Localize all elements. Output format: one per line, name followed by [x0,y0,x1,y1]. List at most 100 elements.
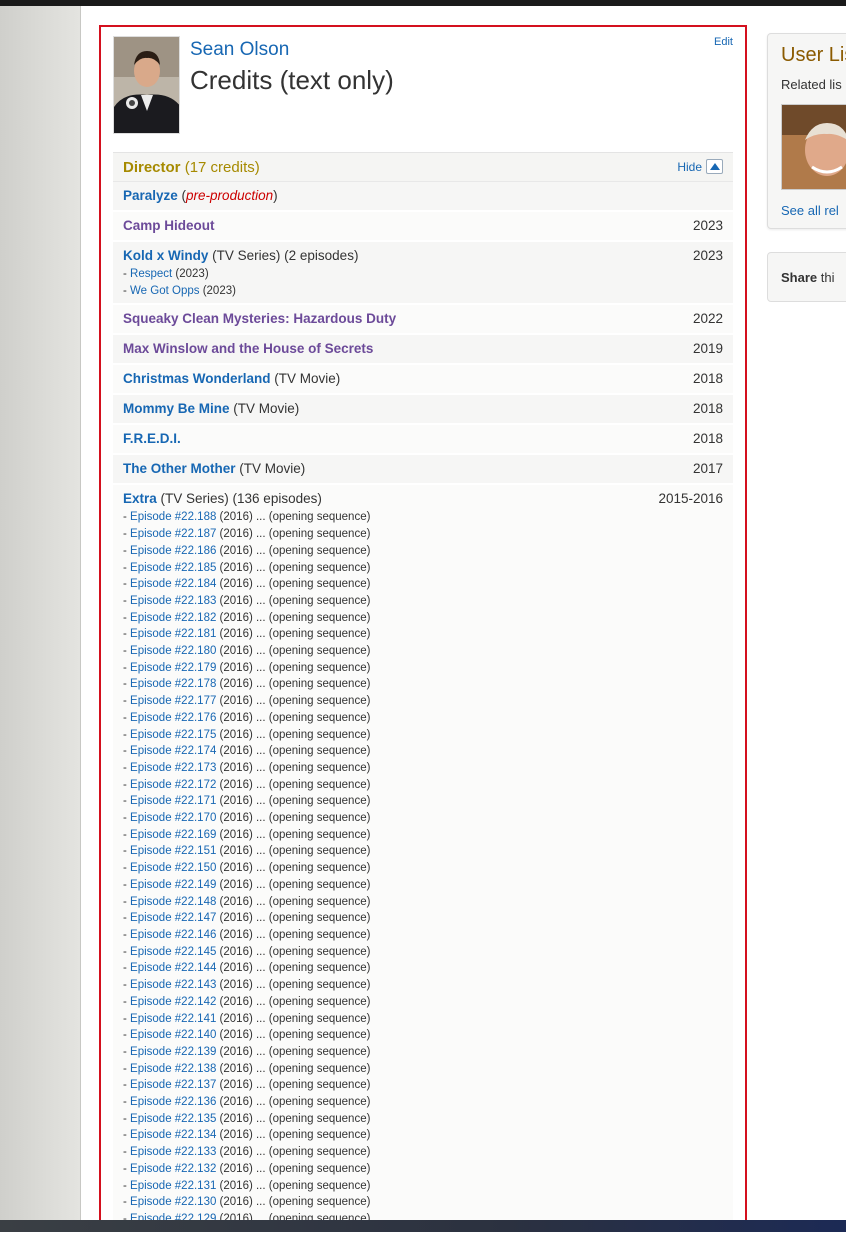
episode-link[interactable]: Episode #22.188 [130,511,216,523]
episode-link[interactable]: Episode #22.169 [130,829,216,841]
episode-link[interactable]: Episode #22.149 [130,879,216,891]
episode-link[interactable]: Episode #22.148 [130,896,216,908]
episode-link[interactable]: Episode #22.186 [130,545,216,557]
episode-link[interactable]: Episode #22.183 [130,595,216,607]
episode-link[interactable]: Episode #22.178 [130,678,216,690]
credit-type: (TV Movie) [270,371,341,387]
episode-link[interactable]: Episode #22.173 [130,762,216,774]
episode-link[interactable]: Episode #22.171 [130,795,216,807]
episode-line: - Episode #22.181 (2016) ... (opening se… [123,626,723,643]
episode-link[interactable]: Episode #22.138 [130,1063,216,1075]
episode-link[interactable]: Episode #22.133 [130,1146,216,1158]
episode-link[interactable]: Episode #22.136 [130,1096,216,1108]
episode-link[interactable]: Episode #22.146 [130,929,216,941]
episode-role: ... (opening sequence) [252,1112,371,1125]
credit-main-line: Max Winslow and the House of Secrets [123,339,723,359]
episode-link[interactable]: Episode #22.185 [130,562,216,574]
episode-link[interactable]: Episode #22.145 [130,946,216,958]
episode-link[interactable]: Episode #22.180 [130,645,216,657]
episode-year: (2016) [216,812,253,825]
episode-link[interactable]: Episode #22.174 [130,745,216,757]
credit-year: 2023 [692,218,723,233]
director-section-header: Director (17 credits) Hide [113,153,733,182]
episode-link[interactable]: Episode #22.177 [130,695,216,707]
episode-link[interactable]: Episode #22.175 [130,729,216,741]
episode-line: - We Got Opps (2023) [123,283,723,300]
episode-link[interactable]: Episode #22.134 [130,1129,216,1141]
credit-title-link[interactable]: Squeaky Clean Mysteries: Hazardous Duty [123,311,396,326]
credit-title-link[interactable]: Kold x Windy [123,248,208,263]
episode-link[interactable]: Episode #22.187 [130,528,216,540]
episode-year: (2023) [199,284,236,297]
credit-title-link[interactable]: The Other Mother [123,461,236,476]
status-close-paren: ) [273,188,278,203]
credit-year: 2022 [692,311,723,327]
episode-role: ... (opening sequence) [252,812,371,825]
episode-link[interactable]: Episode #22.181 [130,628,216,640]
credit-row: F.R.E.D.I. 2018 [113,425,733,456]
credit-main-line: The Other Mother (TV Movie) [123,459,723,479]
person-name-link[interactable]: Sean Olson [190,39,289,61]
episode-role: ... (opening sequence) [252,611,371,624]
credit-title-link[interactable]: F.R.E.D.I. [123,431,181,446]
episode-role: ... (opening sequence) [252,1129,371,1142]
episode-link[interactable]: Respect [130,268,172,280]
episode-line: - Episode #22.137 (2016) ... (opening se… [123,1077,723,1094]
credit-title-link[interactable]: Max Winslow and the House of Secrets [123,341,373,356]
episode-link[interactable]: Episode #22.151 [130,845,216,857]
episode-role: ... (opening sequence) [252,1062,371,1075]
episode-role: ... (opening sequence) [252,1096,371,1109]
credit-title-link[interactable]: Extra [123,491,157,506]
episode-link[interactable]: Episode #22.132 [130,1163,216,1175]
episode-link[interactable]: Episode #22.150 [130,862,216,874]
episode-link[interactable]: Episode #22.142 [130,996,216,1008]
episode-link[interactable]: Episode #22.182 [130,612,216,624]
episode-dash: - [123,695,131,708]
episode-line: - Episode #22.149 (2016) ... (opening se… [123,877,723,894]
edit-link[interactable]: Edit [714,36,733,48]
episode-link[interactable]: Episode #22.137 [130,1079,216,1091]
episode-link[interactable]: Episode #22.139 [130,1046,216,1058]
episode-link[interactable]: Episode #22.143 [130,979,216,991]
episode-line: - Episode #22.180 (2016) ... (opening se… [123,643,723,660]
credit-title-link[interactable]: Paralyze [123,188,178,203]
episode-link[interactable]: Episode #22.176 [130,712,216,724]
episode-link[interactable]: Episode #22.172 [130,779,216,791]
hide-section-button[interactable]: Hide [677,159,723,174]
episode-role: ... (opening sequence) [252,628,371,641]
episode-year: (2016) [216,1162,253,1175]
episode-year: (2016) [216,862,253,875]
episode-dash: - [123,544,131,557]
episode-dash: - [123,1079,131,1092]
credit-title-link[interactable]: Mommy Be Mine [123,401,230,416]
see-all-related-link[interactable]: See all rel [781,203,839,218]
episode-year: (2016) [216,561,253,574]
share-text[interactable]: Share thi [781,270,834,285]
episode-link[interactable]: Episode #22.144 [130,962,216,974]
episode-role: ... (opening sequence) [252,1179,371,1192]
episode-link[interactable]: We Got Opps [130,285,199,297]
credit-year: 2018 [692,431,723,447]
episode-year: (2016) [216,1079,253,1092]
episode-line: - Episode #22.188 (2016) ... (opening se… [123,509,723,526]
episode-link[interactable]: Episode #22.170 [130,812,216,824]
episode-dash: - [123,845,131,858]
collapse-arrow-icon[interactable] [706,159,723,174]
list-thumbnail[interactable] [781,104,846,190]
episode-link[interactable]: Episode #22.179 [130,662,216,674]
credit-main-line: F.R.E.D.I. [123,429,723,449]
episode-line: - Episode #22.169 (2016) ... (opening se… [123,827,723,844]
episode-link[interactable]: Episode #22.135 [130,1113,216,1125]
episode-year: (2016) [216,962,253,975]
episode-link[interactable]: Episode #22.184 [130,578,216,590]
episode-link[interactable]: Episode #22.130 [130,1196,216,1208]
episode-link[interactable]: Episode #22.140 [130,1029,216,1041]
credit-title-link[interactable]: Christmas Wonderland [123,371,271,386]
credit-title-link[interactable]: Camp Hideout [123,218,215,233]
episode-role: ... (opening sequence) [252,1045,371,1058]
episode-link[interactable]: Episode #22.147 [130,912,216,924]
episode-line: - Respect (2023) [123,266,723,283]
person-photo[interactable] [113,36,180,134]
episode-link[interactable]: Episode #22.131 [130,1180,216,1192]
episode-link[interactable]: Episode #22.141 [130,1013,216,1025]
